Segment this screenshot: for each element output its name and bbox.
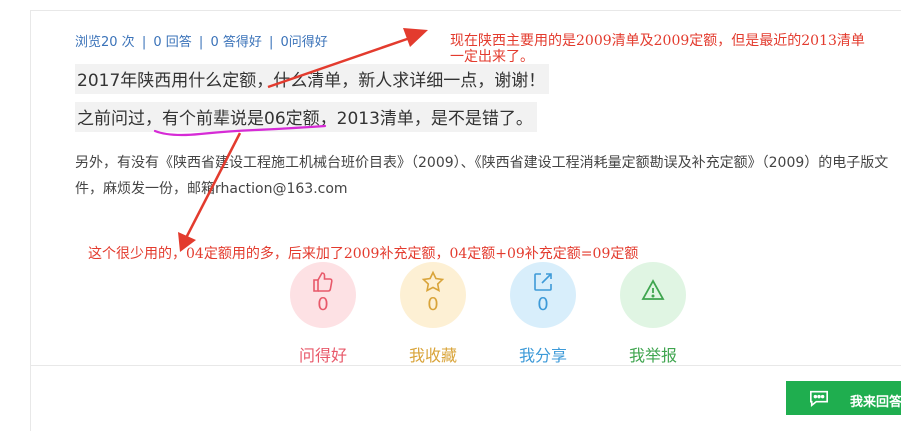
collect-button[interactable]: 0 我收藏	[398, 262, 468, 366]
question-line-2: 之前问过，有个前辈说是06定额，2013清单，是不是错了。	[75, 102, 537, 132]
good-answers-count[interactable]: 0 答得好	[210, 35, 261, 50]
question-extra: 另外，有没有《陕西省建设工程施工机械台班价目表》（2009）、《陕西省建设工程消…	[75, 155, 889, 197]
answer-button-label: 我来回答	[850, 394, 901, 409]
good-question-count: 0	[317, 294, 329, 315]
question-line-1: 2017年陕西用什么定额，什么清单，新人求详细一点，谢谢！	[75, 64, 550, 94]
good-question-button[interactable]: 0 问得好	[288, 262, 358, 366]
share-count: 0	[537, 294, 549, 315]
good-questions-count[interactable]: 0问得好	[281, 35, 328, 50]
share-icon	[534, 273, 552, 291]
share-circle[interactable]: 0	[510, 262, 576, 328]
answers-count[interactable]: 0 回答	[153, 35, 191, 50]
thumbs-up-icon	[313, 272, 333, 292]
share-button[interactable]: 0 我分享	[508, 262, 578, 366]
views-count: 浏览20 次	[75, 35, 135, 50]
annotation-note-1: 现在陕西主要用的是2009清单及2009定额，但是最近的2013清单一定出来了。	[450, 33, 865, 65]
question-stats: 浏览20 次 | 0 回答 | 0 答得好 | 0问得好	[75, 31, 328, 50]
separator: |	[268, 35, 274, 50]
star-icon	[421, 270, 445, 292]
warning-icon	[641, 279, 665, 300]
answer-button[interactable]: 我来回答	[786, 381, 901, 415]
collect-count: 0	[427, 294, 439, 315]
separator: |	[141, 35, 147, 50]
share-label[interactable]: 我分享	[508, 342, 578, 366]
divider	[31, 365, 901, 366]
collect-circle[interactable]: 0	[400, 262, 466, 328]
separator: |	[198, 35, 204, 50]
good-question-circle[interactable]: 0	[290, 262, 356, 328]
chat-bubble-icon	[810, 390, 828, 407]
good-question-label[interactable]: 问得好	[288, 342, 358, 366]
report-circle[interactable]	[620, 262, 686, 328]
annotation-note-2: 这个很少用的，04定额用的多，后来加了2009补充定额，04定额+09补充定额=…	[88, 246, 639, 262]
report-button[interactable]: 我举报	[618, 262, 688, 366]
report-label[interactable]: 我举报	[618, 342, 688, 366]
collect-label[interactable]: 我收藏	[398, 342, 468, 366]
